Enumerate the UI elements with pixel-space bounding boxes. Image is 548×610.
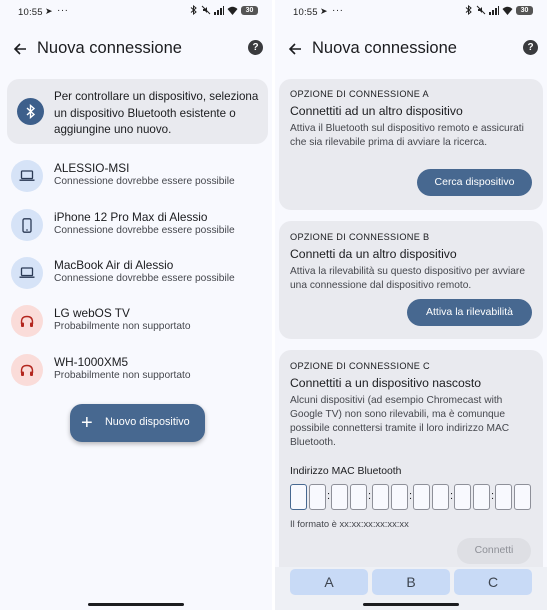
bluetooth-icon — [190, 5, 197, 15]
device-item-wh1000xm5[interactable]: WH-1000XM5 Probabilmente non supportato — [0, 346, 272, 394]
device-status: Probabilmente non supportato — [54, 321, 191, 332]
more-notifications-icon: ··· — [57, 5, 69, 16]
device-name: ALESSIO-MSI — [54, 161, 130, 175]
device-status: Probabilmente non supportato — [54, 370, 191, 381]
device-item-iphone[interactable]: iPhone 12 Pro Max di Alessio Connessione… — [0, 201, 272, 249]
device-item-lg-tv[interactable]: LG webOS TV Probabilmente non supportato — [0, 297, 272, 345]
option-c-card: OPZIONE DI CONNESSIONE C Connettiti a un… — [279, 350, 543, 590]
page-title: Nuova connessione — [312, 39, 457, 57]
telegram-icon: ➤ — [45, 6, 53, 16]
plus-icon: + — [81, 412, 93, 434]
help-icon[interactable]: ? — [523, 40, 538, 55]
mac-digit-field[interactable] — [454, 484, 471, 510]
new-device-label: Nuovo dispositivo — [105, 416, 190, 428]
option-b-title: Connetti da un altro dispositivo — [290, 247, 457, 261]
option-b-label: OPZIONE DI CONNESSIONE B — [290, 232, 430, 242]
signal-icon — [214, 5, 224, 15]
mac-separator: : — [450, 490, 454, 502]
signal-icon — [489, 5, 499, 15]
mac-separator: : — [491, 490, 495, 502]
info-text: Per controllare un dispositivo, selezion… — [54, 90, 259, 136]
option-c-label: OPZIONE DI CONNESSIONE C — [290, 361, 430, 371]
mac-digit-field[interactable] — [514, 484, 531, 510]
keyboard-key-b[interactable]: B — [372, 569, 450, 595]
wifi-icon — [502, 6, 513, 15]
arrow-back-icon — [13, 43, 26, 55]
mac-separator: : — [368, 490, 372, 502]
mac-digit-field[interactable] — [413, 484, 430, 510]
home-indicator[interactable] — [88, 603, 184, 606]
bluetooth-icon — [17, 98, 44, 125]
option-c-title: Connettiti a un dispositivo nascosto — [290, 376, 482, 390]
phone-icon — [11, 209, 43, 241]
device-name: WH-1000XM5 — [54, 355, 129, 369]
mac-digit-field[interactable] — [432, 484, 449, 510]
status-icons: 30 — [465, 5, 533, 15]
device-list-screen: 10:55 ➤ ··· 30 Nuova connessione ? Per c… — [0, 0, 272, 610]
laptop-icon — [11, 257, 43, 289]
bluetooth-icon — [465, 5, 472, 15]
mac-separator: : — [327, 490, 331, 502]
page-title: Nuova connessione — [37, 39, 182, 57]
mute-icon — [476, 5, 486, 15]
info-card: Per controllare un dispositivo, selezion… — [7, 79, 268, 144]
device-name: iPhone 12 Pro Max di Alessio — [54, 210, 208, 224]
device-status: Connessione dovrebbe essere possibile — [54, 273, 235, 284]
headphones-icon — [11, 354, 43, 386]
telegram-icon: ➤ — [320, 6, 328, 16]
option-c-description: Alcuni dispositivi (ad esempio Chromecas… — [290, 395, 510, 448]
status-time: 10:55 — [18, 7, 43, 18]
status-bar: 10:55 ➤ ··· 30 — [275, 0, 547, 24]
keyboard-key-c[interactable]: C — [454, 569, 532, 595]
back-button[interactable] — [285, 39, 305, 59]
device-status: Connessione dovrebbe essere possibile — [54, 225, 235, 236]
laptop-icon — [11, 160, 43, 192]
search-device-button[interactable]: Cerca dispositivo — [417, 169, 532, 196]
mac-digit-field[interactable] — [391, 484, 408, 510]
wifi-icon — [227, 6, 238, 15]
device-status: Connessione dovrebbe essere possibile — [54, 176, 235, 187]
option-b-card: OPZIONE DI CONNESSIONE B Connetti da un … — [279, 221, 543, 339]
more-notifications-icon: ··· — [332, 5, 344, 16]
top-app-bar: Nuova connessione ? — [275, 32, 547, 66]
connect-button[interactable]: Connetti — [457, 538, 531, 564]
mac-digit-field[interactable] — [309, 484, 326, 510]
mac-address-label: Indirizzo MAC Bluetooth — [290, 466, 402, 477]
battery-icon: 30 — [241, 5, 258, 15]
option-a-title: Connettiti ad un altro dispositivo — [290, 104, 463, 118]
mac-separator: : — [409, 490, 413, 502]
mute-icon — [201, 5, 211, 15]
keyboard-key-a[interactable]: A — [290, 569, 368, 595]
home-indicator[interactable] — [363, 603, 459, 606]
status-time: 10:55 — [293, 7, 318, 18]
mac-digit-field[interactable] — [290, 484, 307, 510]
mac-digit-field[interactable] — [495, 484, 512, 510]
option-a-card: OPZIONE DI CONNESSIONE A Connettiti ad u… — [279, 79, 543, 210]
new-device-button[interactable]: + Nuovo dispositivo — [70, 404, 205, 442]
connection-options-screen: 10:55 ➤ ··· 30 Nuova connessione ? OPZIO… — [275, 0, 547, 610]
back-button[interactable] — [10, 39, 30, 59]
status-icons: 30 — [190, 5, 258, 15]
option-b-description: Attiva la rilevabilità su questo disposi… — [290, 266, 525, 291]
mac-format-hint: Il formato è xx:xx:xx:xx:xx:xx — [290, 518, 409, 529]
enable-discoverability-button[interactable]: Attiva la rilevabilità — [407, 299, 532, 326]
mac-digit-field[interactable] — [331, 484, 348, 510]
headphones-icon — [11, 305, 43, 337]
top-app-bar: Nuova connessione ? — [0, 32, 272, 66]
device-name: LG webOS TV — [54, 306, 130, 320]
status-bar: 10:55 ➤ ··· 30 — [0, 0, 272, 24]
arrow-back-icon — [288, 43, 301, 55]
option-a-label: OPZIONE DI CONNESSIONE A — [290, 89, 429, 99]
mac-digit-field[interactable] — [372, 484, 389, 510]
device-item-macbook[interactable]: MacBook Air di Alessio Connessione dovre… — [0, 249, 272, 297]
help-icon[interactable]: ? — [248, 40, 263, 55]
mac-digit-field[interactable] — [350, 484, 367, 510]
device-item-alessio-msi[interactable]: ALESSIO-MSI Connessione dovrebbe essere … — [0, 152, 272, 200]
device-name: MacBook Air di Alessio — [54, 258, 174, 272]
mac-digit-field[interactable] — [473, 484, 490, 510]
option-a-description: Attiva il Bluetooth sul dispositivo remo… — [290, 123, 524, 148]
battery-icon: 30 — [516, 5, 533, 15]
